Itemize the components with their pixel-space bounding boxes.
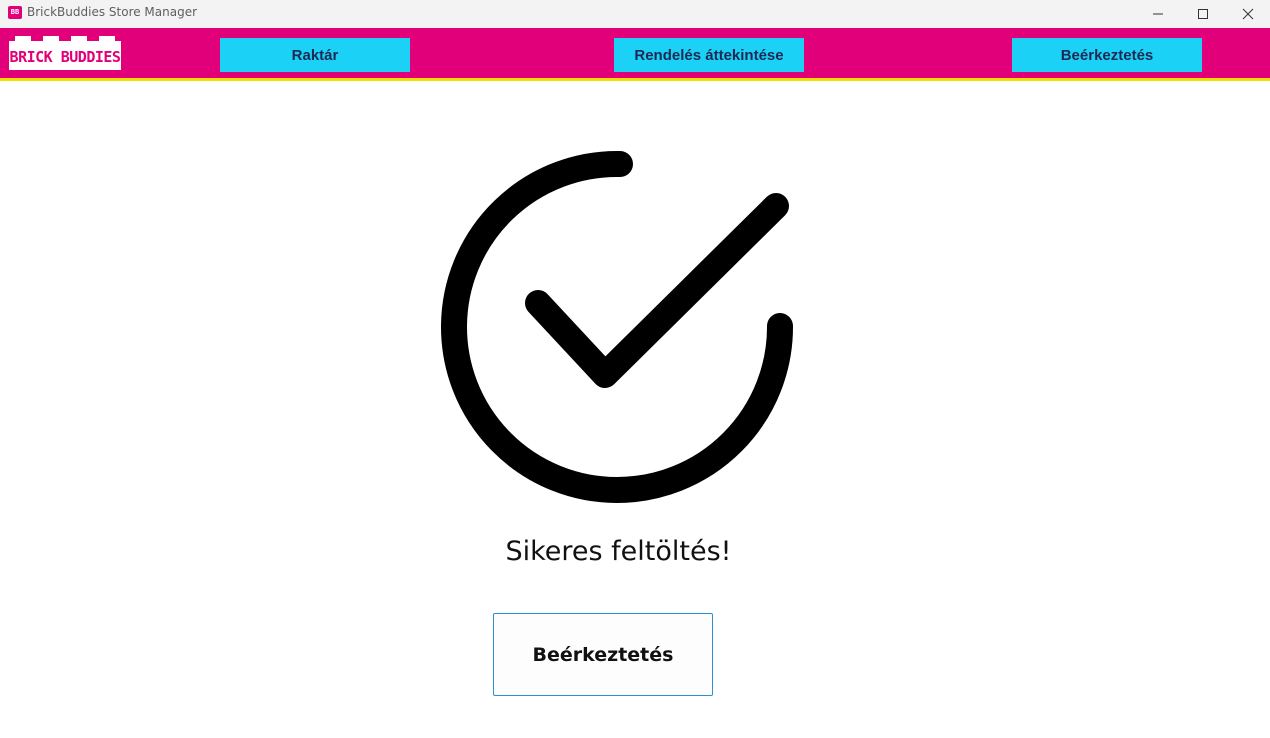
close-button[interactable] [1225,0,1270,28]
success-message: Sikeres feltöltés! [505,536,732,567]
nav-rendeles-attekintese-button[interactable]: Rendelés áttekintése [614,38,804,72]
success-checkmark-icon [441,150,794,503]
maximize-icon [1198,9,1208,19]
window-title: BrickBuddies Store Manager [27,5,198,19]
nav-raktar-button[interactable]: Raktár [220,38,410,72]
maximize-button[interactable] [1180,0,1226,28]
window-titlebar: BB BrickBuddies Store Manager [0,0,1270,28]
minimize-button[interactable] [1135,0,1181,28]
nav-beerkeztetes-button[interactable]: Beérkeztetés [1012,38,1202,72]
navbar-accent-line [0,78,1270,81]
logo-text: BRICK BUDDIES [9,48,121,66]
brick-buddies-logo: BRICK BUDDIES [9,36,121,70]
close-icon [1242,8,1254,20]
minimize-icon [1153,13,1163,15]
app-icon: BB [8,6,22,19]
beerkeztetes-button[interactable]: Beérkeztetés [493,613,713,696]
